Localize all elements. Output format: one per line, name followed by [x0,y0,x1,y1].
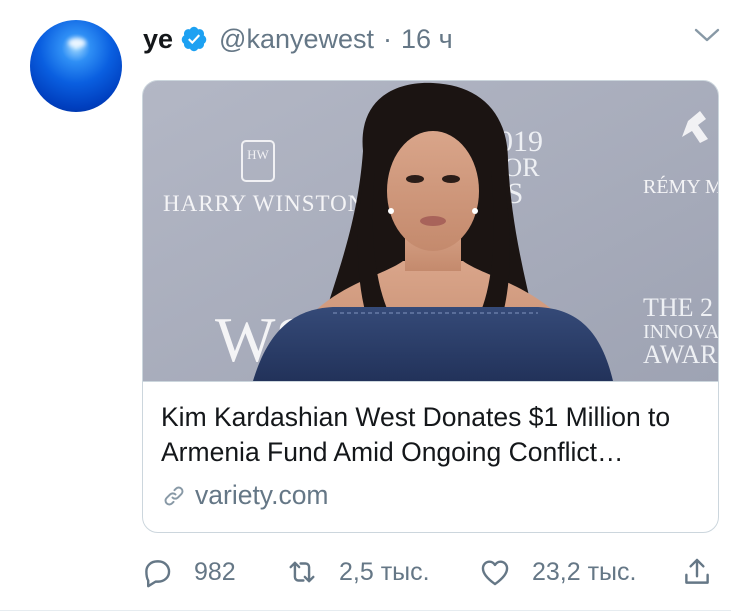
share-icon [685,558,709,584]
reply-icon [145,560,171,588]
tweet-divider [0,610,731,611]
share-button[interactable] [680,552,714,592]
awards-line-3: AWAR [643,340,718,369]
chevron-down-icon[interactable] [692,22,722,48]
link-icon [164,486,184,505]
link-preview-card[interactable]: HW HARRY WINSTON 2019 TOR DS RÉMY MA WS … [142,80,719,533]
avatar[interactable] [30,20,122,112]
retweet-icon [289,561,315,583]
author-name[interactable]: ye [143,24,173,55]
verified-badge-icon [181,26,207,52]
remy-martin-logo: RÉMY MA [643,175,719,198]
retweet-button[interactable]: 2,5 тыс. [285,552,430,592]
retweet-count: 2,5 тыс. [339,557,430,586]
photo-illustration: HW HARRY WINSTON 2019 TOR DS RÉMY MA WS … [143,81,719,381]
avatar-glare [68,38,86,48]
hw-monogram: HW [247,147,269,162]
reply-button[interactable]: 982 [140,552,236,592]
like-count: 23,2 тыс. [532,557,637,586]
reply-count: 982 [194,557,236,586]
header-separator: · [383,23,393,54]
harry-winston-logo: HARRY WINSTON [163,191,365,216]
heart-icon [481,560,509,586]
tweet-actions: 982 2,5 тыс. 23,2 тыс. [140,552,720,592]
awards-line-1: THE 2 [643,293,713,322]
author-handle[interactable]: @kanyewest [219,24,374,55]
card-domain[interactable]: variety.com [161,480,329,511]
card-body[interactable]: Kim Kardashian West Donates $1 Million t… [143,381,718,532]
article-photo[interactable]: HW HARRY WINSTON 2019 TOR DS RÉMY MA WS … [143,81,719,381]
tweet[interactable]: ye @kanyewest · 16 ч HW HARRY WINSTON 20… [0,0,731,616]
card-domain-text: variety.com [195,480,329,510]
card-title[interactable]: Kim Kardashian West Donates $1 Million t… [161,400,701,470]
like-button[interactable]: 23,2 тыс. [478,552,636,592]
tweet-timestamp[interactable]: 16 ч [401,24,453,55]
tweet-header: ye @kanyewest · 16 ч [143,22,453,56]
